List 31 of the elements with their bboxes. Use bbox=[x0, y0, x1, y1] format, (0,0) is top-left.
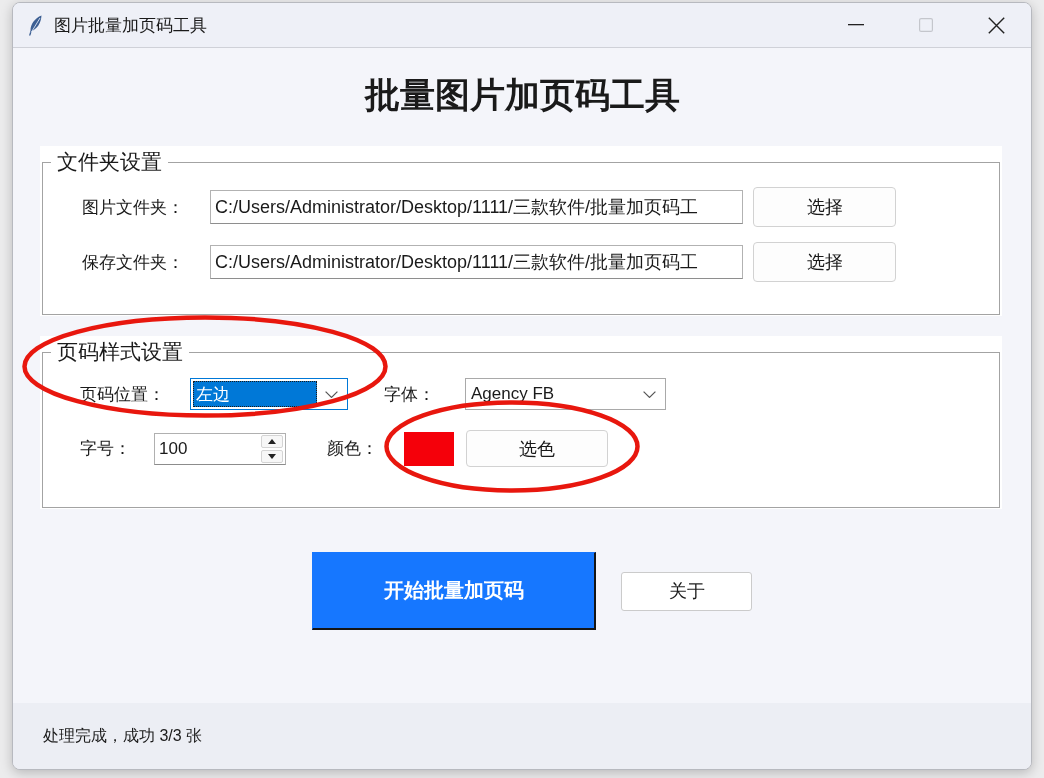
path-field[interactable]: C:/Users/Administrator/Desktop/1111/三款软件/批量加页码工 bbox=[210, 190, 743, 224]
minimize-icon bbox=[848, 24, 864, 26]
feather-icon bbox=[28, 14, 42, 36]
number-field[interactable]: 100 bbox=[154, 432, 286, 465]
dropdown[interactable]: Agency FB bbox=[465, 378, 666, 410]
choose-button[interactable]: 选择 bbox=[753, 242, 896, 282]
app-heading: 批量图片加页码工具 bbox=[364, 75, 680, 115]
chevron-down-icon bbox=[643, 390, 656, 398]
pick-color-button[interactable]: 选色 bbox=[466, 430, 608, 467]
field-label: 颜色： bbox=[327, 438, 379, 460]
field-label: 字体： bbox=[384, 383, 436, 406]
increment-button[interactable] bbox=[261, 434, 283, 448]
field-label: 页码位置： bbox=[80, 383, 166, 406]
field-label: 字号： bbox=[80, 438, 132, 460]
window-title: 图片批量加页码工具 bbox=[54, 14, 207, 37]
maximize-icon bbox=[919, 18, 933, 32]
triangle-up-icon bbox=[268, 438, 276, 444]
dropdown[interactable]: 左边 bbox=[190, 378, 348, 410]
group-title: 文件夹设置 bbox=[56, 149, 163, 175]
chevron-down-icon bbox=[325, 390, 338, 398]
choose-button[interactable]: 选择 bbox=[753, 187, 896, 227]
close-icon bbox=[987, 16, 1005, 34]
status-message: 处理完成，成功 3/3 张 bbox=[43, 725, 203, 746]
field-label: 保存文件夹： bbox=[82, 251, 185, 274]
about-button[interactable]: 关于 bbox=[621, 571, 752, 611]
group-title: 页码样式设置 bbox=[56, 339, 184, 365]
start-button[interactable]: 开始批量加页码 bbox=[312, 552, 596, 630]
triangle-down-icon bbox=[268, 453, 276, 459]
decrement-button[interactable] bbox=[261, 449, 283, 463]
field-label: 图片文件夹： bbox=[82, 196, 185, 219]
path-field[interactable]: C:/Users/Administrator/Desktop/1111/三款软件/批量加页码工 bbox=[210, 245, 743, 279]
